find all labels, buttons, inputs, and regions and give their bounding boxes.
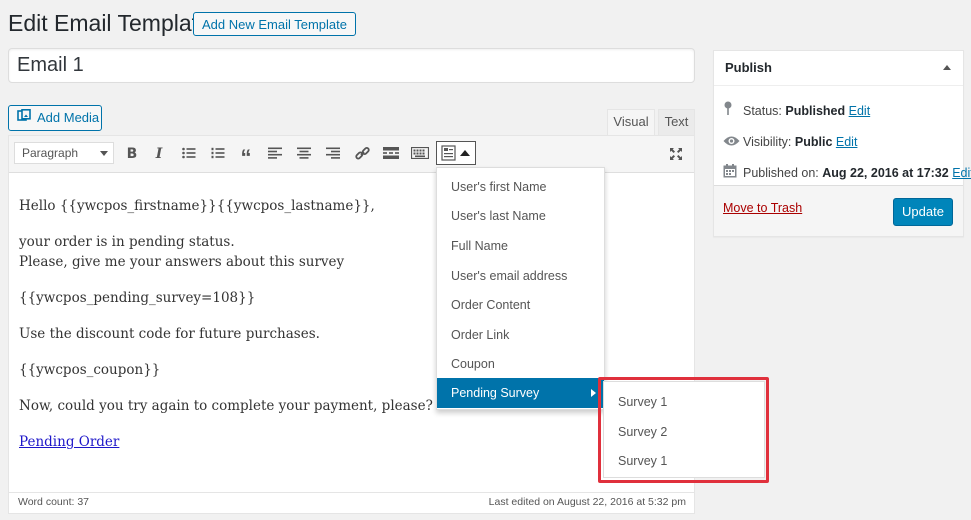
italic-icon[interactable]: I	[147, 143, 171, 165]
pending-order-link[interactable]: Pending Order	[19, 434, 119, 450]
toolbar-toggle-icon[interactable]	[408, 143, 432, 165]
page-title: Edit Email Template	[8, 10, 211, 36]
align-right-icon[interactable]	[321, 143, 345, 165]
link-icon[interactable]	[350, 143, 374, 165]
add-new-template-button[interactable]: Add New Email Template	[193, 12, 356, 36]
publish-title: Publish	[725, 60, 772, 75]
publish-status-row: Status: Published Edit	[723, 101, 870, 121]
publish-date-row: Published on: Aug 22, 2016 at 17:32 Edit	[723, 163, 971, 183]
editor-statusbar: Word count: 37 Last edited on August 22,…	[9, 492, 694, 513]
publish-box: Publish Status: Published Edit Visibilit…	[713, 50, 971, 237]
menu-item-pending-survey-label: Pending Survey	[451, 386, 540, 400]
align-left-icon[interactable]	[263, 143, 287, 165]
menu-item-coupon[interactable]: Coupon	[437, 349, 604, 379]
format-select-value: Paragraph	[22, 146, 79, 160]
visibility-edit-link[interactable]: Edit	[836, 135, 858, 149]
chevron-right-icon	[591, 389, 596, 397]
bold-icon[interactable]: B	[120, 143, 144, 165]
align-center-icon[interactable]	[292, 143, 316, 165]
tab-text[interactable]: Text	[658, 109, 695, 135]
collapse-arrow-icon[interactable]	[943, 65, 951, 70]
menu-item-pending-survey[interactable]: Pending Survey	[437, 378, 604, 408]
menu-item-order-content[interactable]: Order Content	[437, 290, 604, 320]
add-media-label: Add Media	[37, 110, 100, 125]
menu-item-order-link[interactable]: Order Link	[437, 320, 604, 350]
survey-request-line: Please, give me your answers about this …	[19, 254, 345, 270]
menu-item-first-name[interactable]: User's first Name	[437, 172, 604, 202]
published-label: Published on:	[743, 166, 819, 180]
update-button[interactable]: Update	[893, 198, 953, 226]
bullet-list-icon[interactable]	[177, 143, 201, 165]
last-edited: Last edited on August 22, 2016 at 5:32 p…	[488, 496, 686, 508]
move-to-trash-link[interactable]: Move to Trash	[723, 201, 802, 215]
publish-visibility-row: Visibility: Public Edit	[723, 132, 857, 152]
word-count: Word count: 37	[18, 496, 90, 508]
status-label: Status:	[743, 104, 782, 118]
fullscreen-icon[interactable]	[664, 143, 688, 165]
menu-item-last-name[interactable]: User's last Name	[437, 201, 604, 231]
status-edit-link[interactable]: Edit	[849, 104, 871, 118]
pin-icon	[723, 101, 743, 122]
post-title-input[interactable]: Email 1	[8, 48, 695, 83]
visibility-value: Public	[794, 135, 833, 149]
published-value: Aug 22, 2016 at 17:32	[822, 166, 949, 180]
placeholder-menu: User's first Name User's last Name Full …	[436, 167, 605, 410]
status-value: Published	[785, 104, 846, 118]
publish-actions: Move to Trash Update	[714, 185, 963, 236]
tab-visual[interactable]: Visual	[607, 109, 655, 135]
published-edit-link[interactable]: Edit	[952, 166, 971, 180]
chevron-down-icon	[100, 151, 108, 156]
add-media-button[interactable]: Add Media	[8, 105, 102, 131]
menu-item-full-name[interactable]: Full Name	[437, 231, 604, 261]
eye-icon	[723, 133, 743, 153]
status-line: your order is in pending status.	[19, 234, 235, 250]
highlight-annotation	[598, 377, 769, 483]
blockquote-icon[interactable]: “	[234, 143, 258, 170]
visibility-label: Visibility:	[743, 135, 792, 149]
publish-header[interactable]: Publish	[714, 51, 963, 86]
format-select[interactable]: Paragraph	[14, 142, 114, 164]
placeholder-dropdown-button[interactable]	[436, 141, 476, 165]
media-icon	[17, 106, 33, 130]
menu-item-email[interactable]: User's email address	[437, 261, 604, 291]
read-more-icon[interactable]	[379, 143, 403, 165]
numbered-list-icon[interactable]	[206, 143, 230, 165]
calendar-icon	[723, 163, 743, 184]
